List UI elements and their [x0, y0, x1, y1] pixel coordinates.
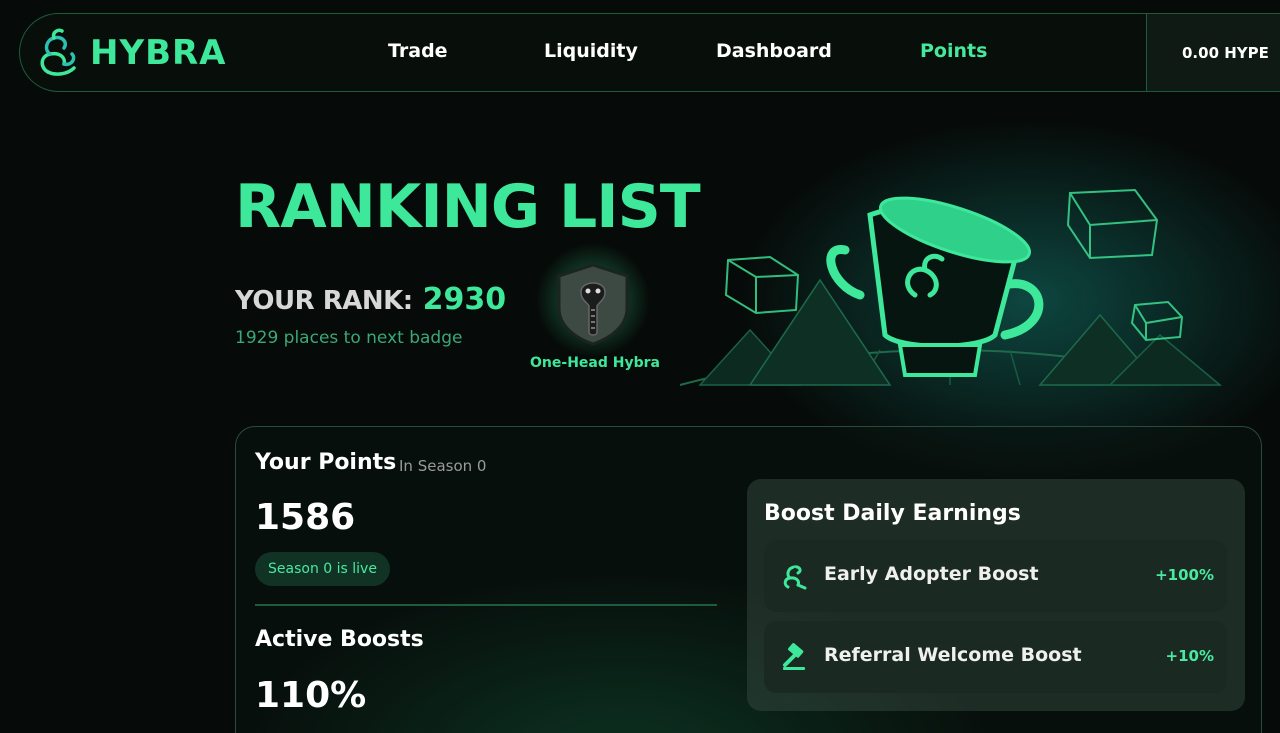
rank-row: YOUR RANK: 2930 — [235, 282, 506, 317]
points-value: 1586 — [255, 497, 356, 538]
logo-text: HYBRA — [90, 33, 227, 73]
rank-value: 2930 — [422, 282, 507, 317]
cobra-shield-icon — [557, 263, 629, 346]
snake-icon — [783, 565, 807, 590]
trophy-cup-icon — [679, 188, 1223, 386]
season-status-badge: Season 0 is live — [255, 552, 390, 586]
boost-item-label: Early Adopter Boost — [824, 563, 1039, 585]
rank-label: YOUR RANK: — [235, 286, 413, 316]
wallet-balance-button[interactable]: 0.00 HYPE — [1146, 14, 1280, 91]
nav-link-liquidity[interactable]: Liquidity — [544, 40, 638, 62]
active-boosts-title: Active Boosts — [255, 627, 424, 652]
nav-link-dashboard[interactable]: Dashboard — [716, 40, 832, 62]
hydra-logo-icon — [40, 28, 76, 76]
badge-name: One-Head Hybra — [530, 355, 660, 371]
boost-item-value: +10% — [1165, 647, 1214, 665]
season-status-text: Season 0 is live — [268, 561, 377, 577]
boost-item-early-adopter[interactable]: Early Adopter Boost +100% — [764, 540, 1227, 612]
nav-link-trade[interactable]: Trade — [388, 40, 448, 62]
logo[interactable]: HYBRA — [38, 28, 226, 78]
points-card: Your Points In Season 0 1586 Season 0 is… — [235, 426, 1262, 733]
your-points-title: Your Points — [255, 450, 397, 475]
boost-item-value: +100% — [1155, 566, 1214, 584]
wallet-balance-text: 0.00 HYPE — [1182, 43, 1269, 62]
gavel-icon — [783, 643, 805, 670]
boost-panel-title: Boost Daily Earnings — [764, 501, 1021, 526]
active-boosts-value: 110% — [255, 675, 367, 716]
nav-link-points[interactable]: Points — [920, 40, 987, 62]
boost-item-referral-welcome[interactable]: Referral Welcome Boost +10% — [764, 621, 1227, 693]
page-title: RANKING LIST — [235, 172, 701, 242]
next-badge-text: 1929 places to next badge — [235, 328, 463, 348]
top-nav: HYBRA Trade Liquidity Dashboard Points 0… — [19, 13, 1280, 92]
season-label: In Season 0 — [399, 457, 487, 475]
boost-item-label: Referral Welcome Boost — [824, 644, 1082, 666]
divider — [255, 604, 717, 606]
boost-daily-earnings-panel: Boost Daily Earnings Early Adopter Boost… — [747, 479, 1245, 711]
